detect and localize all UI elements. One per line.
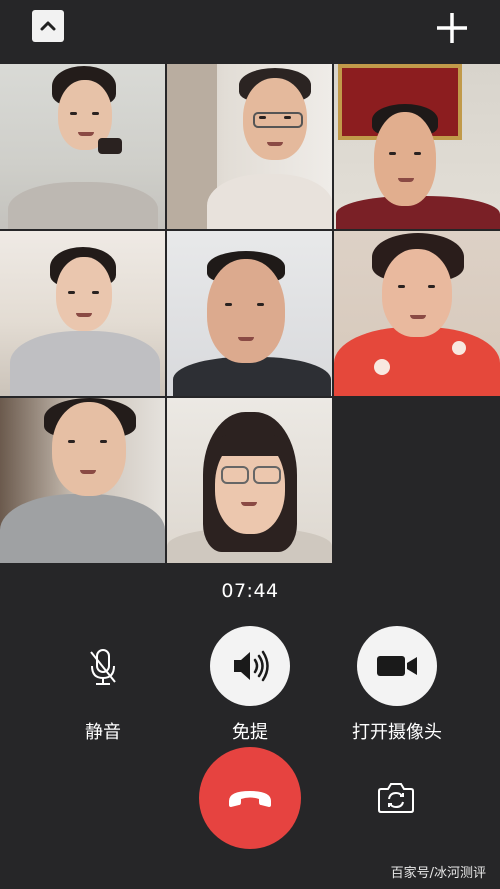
watermark-text: 百家号/冰河测评 xyxy=(390,866,486,881)
participant-face xyxy=(374,112,436,206)
phone-hangup-icon xyxy=(229,791,271,807)
participant-video-tile[interactable] xyxy=(167,398,332,563)
hangup-button[interactable] xyxy=(199,747,301,849)
participant-face xyxy=(207,259,285,363)
switch-camera-button[interactable] xyxy=(376,780,416,816)
participant-video-tile[interactable] xyxy=(334,64,500,229)
chevron-up-icon xyxy=(40,21,56,31)
participant-video-tile[interactable] xyxy=(0,64,165,229)
camera-label: 打开摄像头 xyxy=(352,722,442,743)
participant-body xyxy=(8,182,158,229)
mute-control[interactable]: 静音 xyxy=(48,626,158,744)
participant-video-tile[interactable] xyxy=(0,231,165,396)
call-timer: 07:44 xyxy=(221,580,279,602)
participant-face xyxy=(382,249,452,337)
collapse-button[interactable] xyxy=(32,10,64,42)
participant-video-tile[interactable] xyxy=(0,398,165,563)
camera-button[interactable] xyxy=(357,626,437,706)
camera-switch-icon xyxy=(378,783,414,813)
participant-video-tile[interactable] xyxy=(167,231,332,396)
top-bar xyxy=(0,0,500,64)
participant-face xyxy=(52,402,126,496)
video-camera-icon xyxy=(377,656,417,676)
participant-body xyxy=(334,327,500,396)
speaker-button[interactable] xyxy=(210,626,290,706)
microphone-off-icon xyxy=(90,649,116,685)
participant-face xyxy=(56,257,112,331)
speaker-icon xyxy=(234,650,269,682)
speaker-control[interactable]: 免提 xyxy=(195,626,305,744)
participant-body xyxy=(10,331,160,396)
empty-grid-slot xyxy=(334,398,500,564)
add-participant-button[interactable] xyxy=(434,10,470,46)
mute-label: 静音 xyxy=(85,722,121,743)
participant-video-tile[interactable] xyxy=(167,64,332,229)
video-grid xyxy=(0,64,500,564)
participant-body xyxy=(0,494,165,563)
camera-control[interactable]: 打开摄像头 xyxy=(342,626,452,744)
speaker-label: 免提 xyxy=(232,722,268,743)
mute-button[interactable] xyxy=(63,626,143,706)
plus-icon xyxy=(437,13,467,43)
participant-body xyxy=(207,174,332,229)
participant-video-tile[interactable] xyxy=(334,231,500,396)
